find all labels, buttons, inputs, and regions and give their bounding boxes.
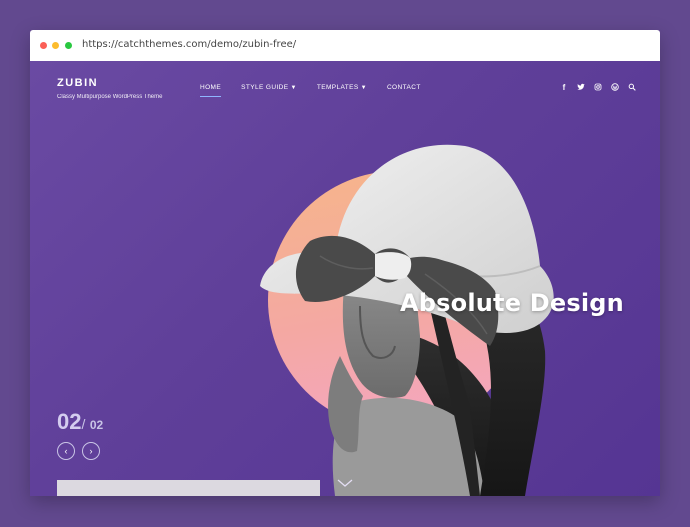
address-bar[interactable]: https://catchthemes.com/demo/zubin-free/ xyxy=(82,39,296,50)
nav-item-label: STYLE GUIDE xyxy=(241,84,289,91)
nav-item-contact[interactable]: CONTACT xyxy=(387,84,421,91)
nav-item-label: HOME xyxy=(200,84,222,91)
next-slide-button[interactable]: › xyxy=(82,442,100,460)
hero-headline: Absolute Design xyxy=(400,289,624,317)
browser-window: https://catchthemes.com/demo/zubin-free/… xyxy=(30,30,660,496)
slide-current-number: 02 xyxy=(57,409,82,434)
site-tagline: Classy Multipurpose WordPress Theme xyxy=(57,94,163,100)
previous-slide-button[interactable]: ‹ xyxy=(57,442,75,460)
slide-separator: / xyxy=(81,416,86,432)
content-preview-panel xyxy=(57,480,320,496)
nav-item-style-guide[interactable]: STYLE GUIDE ▼ xyxy=(241,84,297,91)
search-icon[interactable] xyxy=(628,83,636,93)
facebook-icon[interactable]: f xyxy=(560,83,568,93)
nav-item-label: TEMPLATES xyxy=(316,84,359,91)
website-viewport: ZUBIN Classy Multipurpose WordPress Them… xyxy=(30,61,660,496)
site-branding: ZUBIN Classy Multipurpose WordPress Them… xyxy=(57,77,162,100)
maximize-window-dot[interactable] xyxy=(65,42,72,49)
site-title[interactable]: ZUBIN xyxy=(57,77,162,89)
chevron-left-icon: ‹ xyxy=(64,446,68,456)
nav-item-home[interactable]: HOME xyxy=(200,84,222,97)
instagram-icon[interactable] xyxy=(594,83,602,93)
browser-toolbar: https://catchthemes.com/demo/zubin-free/ xyxy=(30,30,660,61)
wordpress-icon[interactable] xyxy=(611,83,619,93)
slide-total-number: 02 xyxy=(89,418,104,432)
chevron-down-icon: ▼ xyxy=(360,85,367,91)
nav-item-templates[interactable]: TEMPLATES ▼ xyxy=(317,84,367,91)
twitter-icon[interactable] xyxy=(577,83,585,93)
scroll-down-button[interactable] xyxy=(337,475,353,493)
nav-item-label: CONTACT xyxy=(386,84,421,91)
slide-counter: 02/ 02 xyxy=(57,409,103,435)
close-window-dot[interactable] xyxy=(40,42,47,49)
social-links: f xyxy=(560,83,636,93)
chevron-down-icon xyxy=(337,479,353,487)
main-navigation: HOME STYLE GUIDE ▼ TEMPLATES ▼ CONTACT xyxy=(200,84,421,97)
minimize-window-dot[interactable] xyxy=(52,42,59,49)
chevron-down-icon: ▼ xyxy=(290,85,297,91)
chevron-right-icon: › xyxy=(89,446,93,456)
